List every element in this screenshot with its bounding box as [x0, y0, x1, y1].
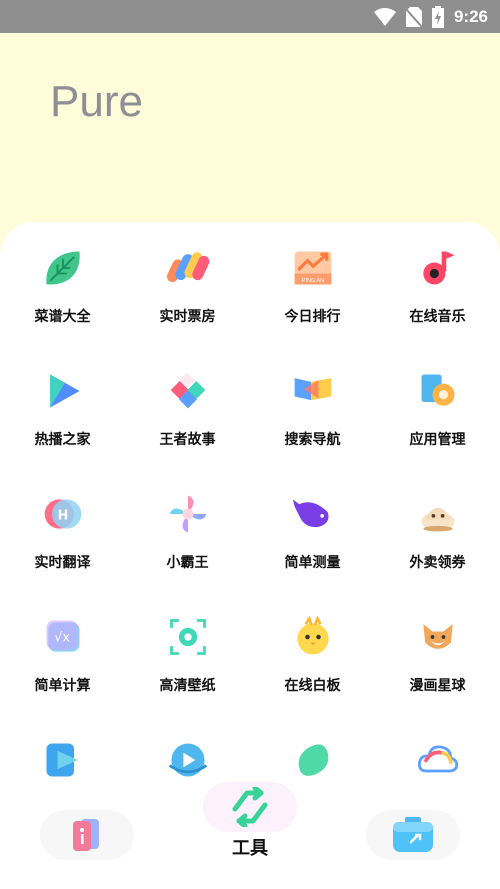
flower-frame-icon [164, 613, 212, 661]
app-tile[interactable]: 在线音乐 [375, 222, 500, 332]
svg-text:H: H [57, 509, 68, 524]
app-tile-label: 今日排行 [284, 309, 341, 325]
app-tile-label: 在线白板 [284, 678, 341, 694]
app-tile[interactable]: H 实时翻译 [0, 468, 125, 578]
chick-icon [289, 613, 337, 661]
fox-icon [414, 613, 462, 661]
gear-puzzle-icon [414, 367, 462, 415]
toolbox-icon [393, 817, 433, 852]
app-tile[interactable]: 在线白板 [250, 591, 375, 701]
nav-tab-tools-label[interactable]: 工具 [203, 834, 297, 860]
header: Pure [0, 33, 500, 233]
dolphin-icon [289, 490, 337, 538]
app-tile-label: 小霸王 [166, 555, 209, 571]
nav-tab-tools[interactable] [203, 782, 297, 832]
app-tile[interactable]: 搜索导航 [250, 345, 375, 455]
svg-text:√x: √x [54, 631, 70, 646]
app-tile[interactable]: 小霸王 [125, 468, 250, 578]
bottom-nav: 工具 [0, 782, 500, 889]
play-icon [39, 367, 87, 415]
app-tile-label: 简单测量 [284, 555, 341, 571]
status-bar: 9:26 [0, 0, 500, 33]
flag-icon [289, 367, 337, 415]
app-tile[interactable]: 热播之家 [0, 345, 125, 455]
app-tile-label: 热播之家 [34, 432, 91, 448]
wifi-icon [373, 8, 396, 26]
app-tile[interactable]: 简单测量 [250, 468, 375, 578]
sqrt-calculator-icon: √x [39, 613, 87, 661]
app-tile-label: 漫画星球 [409, 678, 466, 694]
app-tile-label: 在线音乐 [409, 309, 466, 325]
nav-tab-left[interactable] [40, 810, 134, 860]
app-tile[interactable]: 菜谱大全 [0, 222, 125, 332]
app-tile[interactable]: 王者故事 [125, 345, 250, 455]
color-stripes-icon [164, 244, 212, 292]
app-tile-label: 简单计算 [34, 678, 91, 694]
app-tile-label: 应用管理 [409, 432, 466, 448]
app-tile[interactable]: PING AN 今日排行 [250, 222, 375, 332]
nav-tab-right[interactable] [366, 810, 460, 860]
app-tile-label: 高清壁纸 [159, 678, 216, 694]
bean-icon [289, 736, 337, 784]
cloud-icon [414, 736, 462, 784]
diamond-cluster-icon [164, 367, 212, 415]
whale-play-icon [164, 736, 212, 784]
cards-icon [73, 819, 99, 851]
svg-text:PING AN: PING AN [301, 278, 323, 284]
app-tile-label: 实时票房 [159, 309, 216, 325]
battery-charging-icon [431, 6, 444, 28]
video-play-icon [39, 736, 87, 784]
no-sim-icon [405, 7, 422, 27]
app-tile-label: 搜索导航 [284, 432, 341, 448]
leaf-icon [39, 244, 87, 292]
app-tile[interactable]: 实时票房 [125, 222, 250, 332]
page-title: Pure [50, 77, 143, 126]
app-tile[interactable]: 外卖领券 [375, 468, 500, 578]
app-tile-label: 王者故事 [159, 432, 216, 448]
pinwheel-icon [164, 490, 212, 538]
app-tile[interactable]: 应用管理 [375, 345, 500, 455]
trend-chart-icon: PING AN [289, 244, 337, 292]
dumpling-icon [414, 490, 462, 538]
app-tile-label: 外卖领券 [409, 555, 466, 571]
app-tile-label: 实时翻译 [34, 555, 91, 571]
translate-h-icon: H [39, 490, 87, 538]
status-time: 9:26 [453, 7, 488, 26]
music-note-icon [414, 244, 462, 292]
app-tile[interactable]: √x 简单计算 [0, 591, 125, 701]
app-tile[interactable]: 漫画星球 [375, 591, 500, 701]
swap-arrows-icon [232, 787, 268, 827]
app-tile-label: 菜谱大全 [34, 309, 91, 325]
app-tile[interactable]: 高清壁纸 [125, 591, 250, 701]
